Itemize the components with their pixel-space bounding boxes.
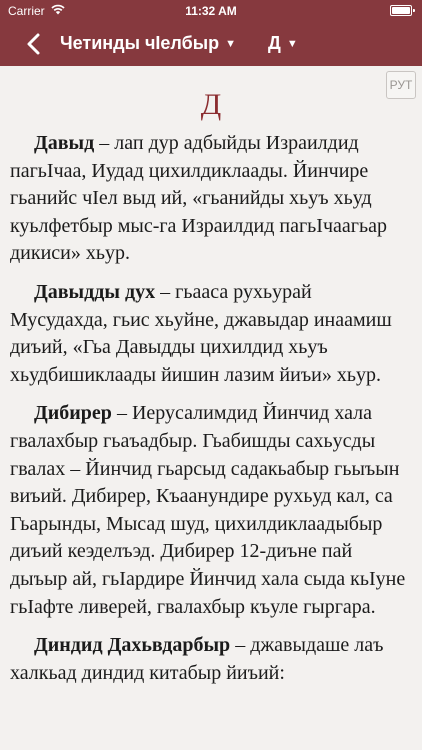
glossary-entry: Дибирер – Иерусалимдид Йинчид хала гвала… (10, 400, 412, 621)
section-letter: Д (200, 88, 222, 121)
book-title-dropdown[interactable]: Четинды чIелбыр ▼ (60, 33, 236, 54)
letter-dropdown[interactable]: Д ▼ (268, 33, 298, 54)
glossary-list: Давыд – лап дур адбыйды Израилдид пагьIч… (10, 130, 412, 698)
book-title: Четинды чIелбыр (60, 33, 220, 53)
app-header: Carrier 11:32 AM Четинды чIелбыр ▼ Д ▼ (0, 0, 422, 66)
entry-term: Дибирер (34, 402, 112, 425)
battery-icon (390, 5, 415, 16)
entry-term: Давыд (34, 132, 95, 154)
entry-definition: – Иерусалимдид Йинчид хала гвалахбыр гьа… (10, 402, 406, 618)
glossary-entry: Давыдды дух – гьааса рухьурай Мусудахда,… (10, 279, 412, 389)
glossary-entry: Давыд – лап дур адбыйды Израилдид пагьIч… (10, 130, 412, 268)
entry-term: Давыдды дух (34, 280, 156, 303)
back-chevron-icon[interactable] (24, 32, 44, 56)
nav-bar: Четинды чIелбыр ▼ Д ▼ (0, 22, 422, 66)
status-bar: Carrier 11:32 AM (0, 0, 422, 22)
entry-term: Диндид Дахьвдарбыр (34, 634, 231, 657)
status-time: 11:32 AM (185, 4, 237, 18)
glossary-entry: Диндид Дахьвдарбыр – джавыдаше лаъ халкь… (10, 632, 412, 687)
caret-down-icon: ▼ (225, 38, 237, 50)
letter-label: Д (268, 33, 281, 53)
caret-down-icon: ▼ (286, 38, 298, 50)
